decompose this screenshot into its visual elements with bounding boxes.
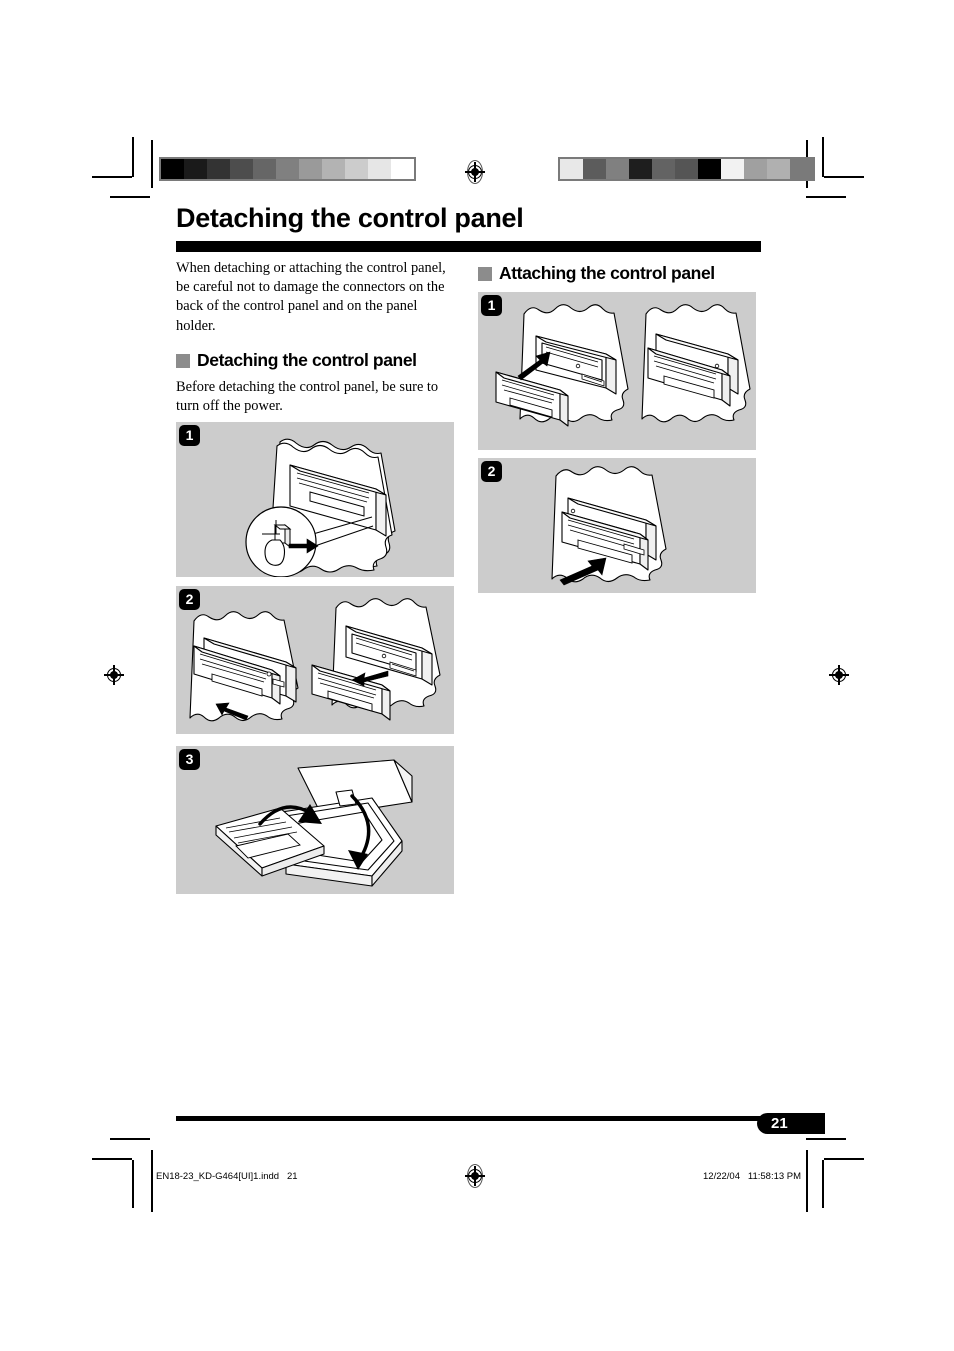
gray-square-bullet-icon-2 [478,266,492,281]
registration-mark-right [829,665,849,685]
calibration-swatch [184,159,207,179]
calibration-swatch [207,159,230,179]
calibration-swatch [391,159,414,179]
gray-square-bullet-icon [176,353,190,368]
footer-filename: EN18-23_KD-G464[UI]1.indd 21 [156,1171,298,1182]
registration-mark-left [104,665,124,685]
calibration-swatch [652,159,675,179]
calibration-swatch [767,159,790,179]
bleed-mark-bottom-right [806,1150,808,1212]
calibration-swatch [675,159,698,179]
calibration-swatch [560,159,583,179]
right-calibration-bar [558,157,815,181]
crop-mark-top-right-horizontal [824,176,864,178]
intro-paragraph: When detaching or attaching the control … [176,260,446,334]
crop-mark-bottom-left-horizontal [92,1158,132,1160]
bleed-mark-top-left [151,140,153,188]
calibration-swatch [253,159,276,179]
calibration-swatch [698,159,721,179]
illustration-attach-step-2 [551,466,667,586]
left-calibration-bar [159,157,416,181]
calibration-swatch [790,159,813,179]
crop-mark-bottom-right-horizontal-2 [806,1138,846,1140]
calibration-swatch [721,159,744,179]
footer-rule [176,1116,825,1121]
crop-mark-bottom-left-vertical [132,1160,134,1208]
crop-mark-bottom-right-vertical [822,1160,824,1208]
illustration-detach-step-3 [215,759,413,887]
calibration-swatch [629,159,652,179]
calibration-swatch [583,159,606,179]
calibration-swatch [744,159,767,179]
calibration-swatch [345,159,368,179]
calibration-swatch [276,159,299,179]
figure-attach-step-2: 2 [478,458,756,593]
step-badge-attach-1: 1 [481,295,502,316]
bleed-mark-bottom-left [151,1150,153,1212]
calibration-swatch [230,159,253,179]
title-underline-rule [176,241,761,252]
crop-mark-top-right-vertical [822,137,824,177]
illustration-attach-step-1 [495,304,751,427]
calibration-swatch [368,159,391,179]
calibration-swatch [606,159,629,179]
step-badge-detach-3: 3 [179,749,200,770]
step-badge-detach-2: 2 [179,589,200,610]
calibration-swatch [299,159,322,179]
crop-mark-top-left-horizontal-2 [110,196,150,198]
crop-mark-top-left-vertical [132,137,134,177]
illustration-detach-step-1 [245,438,396,577]
page-title: Detaching the control panel [176,203,524,233]
section-heading-attaching: Attaching the control panel [478,263,715,284]
illustration-detach-step-2 [189,598,441,722]
crop-mark-bottom-right-horizontal [824,1158,864,1160]
section-heading-detaching: Detaching the control panel [176,350,417,371]
registration-mark-bottom [465,1166,485,1186]
page-number-label: 21 [771,1115,788,1132]
crop-mark-bottom-left-horizontal-2 [110,1138,150,1140]
footer-timestamp: 12/22/04 11:58:13 PM [703,1171,802,1182]
crop-mark-top-left-horizontal [92,176,132,178]
crop-mark-top-right-horizontal-2 [806,196,846,198]
calibration-swatch [161,159,184,179]
detaching-note: Before detaching the control panel, be s… [176,379,439,415]
section-heading-attaching-label: Attaching the control panel [499,263,715,283]
step-badge-attach-2: 2 [481,461,502,482]
page-number-chip: 21 [757,1113,825,1134]
figure-detach-step-3: 3 [176,746,454,894]
section-heading-detaching-label: Detaching the control panel [197,350,417,370]
registration-mark-top [465,162,485,182]
calibration-swatch [322,159,345,179]
figure-attach-step-1: 1 [478,292,756,450]
figure-detach-step-1: 1 [176,422,454,577]
figure-detach-step-2: 2 [176,586,454,734]
step-badge-detach-1: 1 [179,425,200,446]
